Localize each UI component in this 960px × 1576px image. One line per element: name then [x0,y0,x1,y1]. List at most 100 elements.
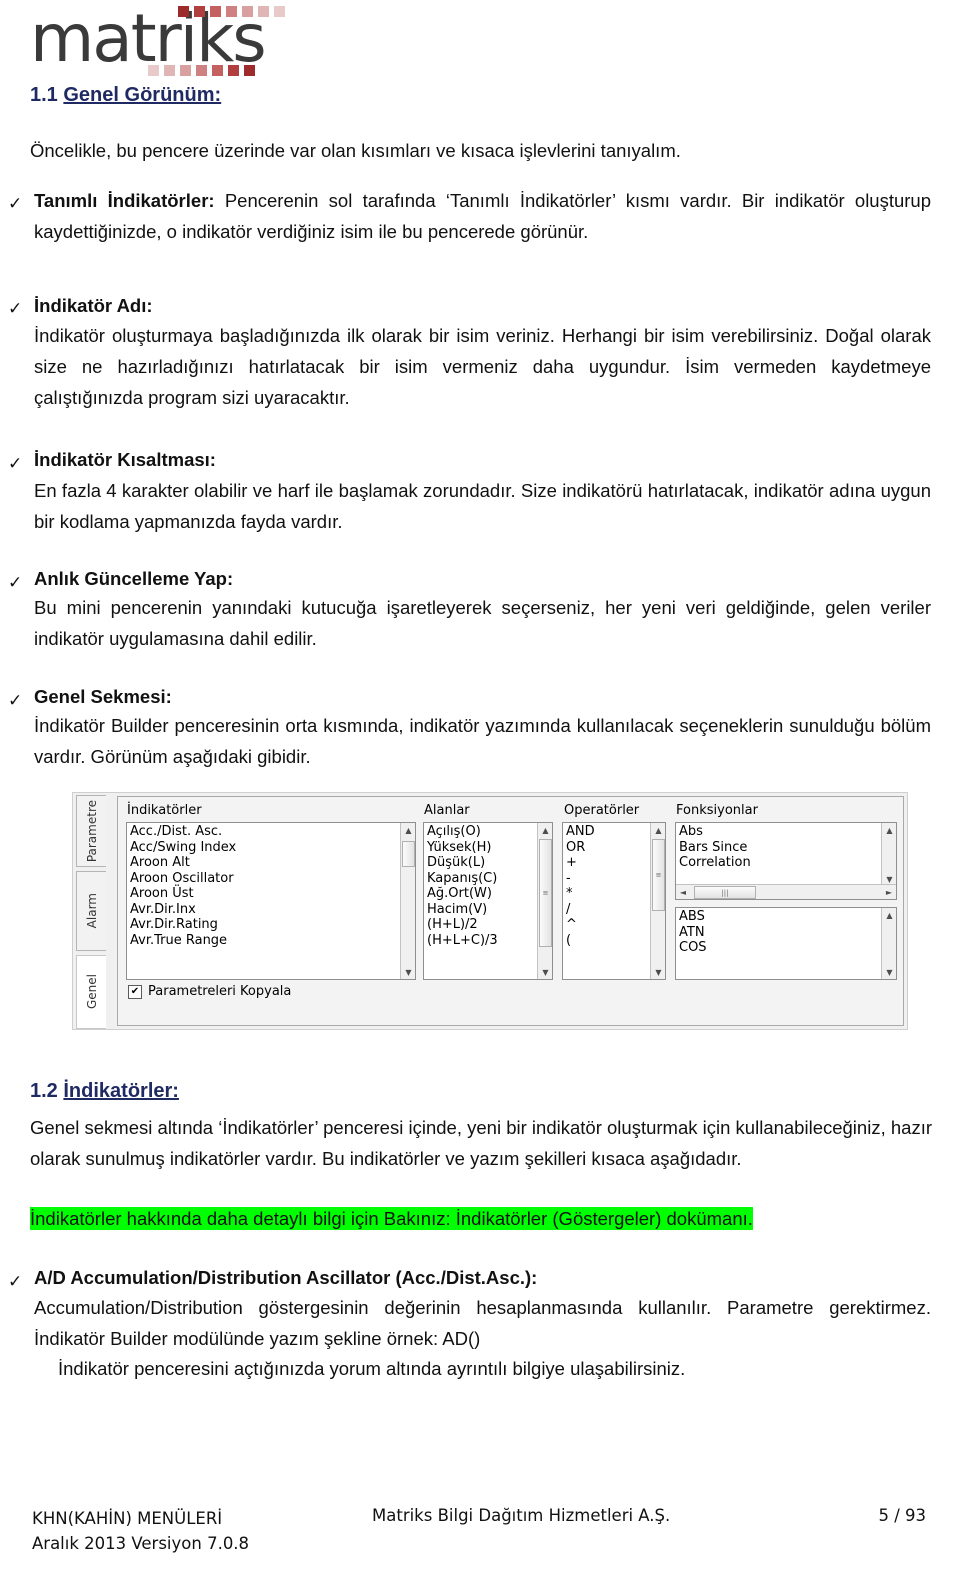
list-item[interactable]: Açılış(O) [427,824,552,840]
scroll-down-icon[interactable]: ▼ [882,965,896,979]
logo-dot [180,65,191,76]
tab-genel-label: Genel [84,974,99,1010]
logo-dot [164,65,175,76]
tab-parametre-label: Parametre [84,799,99,863]
section-1-2-body: Genel sekmesi altında ‘İndikatörler’ pen… [30,1117,932,1169]
bullet-2-body: İndikatör oluşturmaya başladığınızda ilk… [34,325,931,408]
parametreleri-kopyala-row[interactable]: ✔ Parametreleri Kopyala [128,984,291,999]
alanlar-scrollbar[interactable]: ▲ ≡ ▼ [537,823,552,979]
scrollbar-thumb[interactable] [402,841,415,867]
logo-dot [196,65,207,76]
scroll-up-icon[interactable]: ▲ [401,823,415,837]
operatorler-listbox[interactable]: AND OR + - * / ^( ▲ ≡ ▼ [562,822,666,980]
list-item[interactable]: ATN [679,925,896,941]
genel-panel: İndikatörler Alanlar Operatörler Fonksiy… [117,796,904,1026]
section-number-1-2: 1.2 [30,1080,58,1102]
section-title-1-2: İndikatörler: [63,1080,179,1102]
logo-dot [210,6,221,17]
list-item[interactable]: Acc/Swing Index [130,840,415,856]
intro-paragraph: Öncelikle, bu pencere üzerinde var olan … [30,140,681,161]
logo-dot [258,6,269,17]
logo-dot [228,65,239,76]
logo-dots-top [178,6,285,17]
list-item[interactable]: ABS [679,909,896,925]
list-item[interactable]: Avr.Dir.Inx [130,902,415,918]
logo-dot [148,65,159,76]
section-title-1-1: Genel Görünüm: [63,84,222,106]
label-fonksiyonlar: Fonksiyonlar [676,803,758,818]
tab-alarm[interactable]: Alarm [76,871,106,951]
list-item[interactable]: Düşük(L) [427,855,552,871]
bullet-5-body: İndikatör Builder penceresinin orta kısm… [34,715,931,767]
indikatorler-listbox[interactable]: Acc./Dist. Asc. Acc/Swing Index Aroon Alt A… [126,822,416,980]
bullet-1-title: Tanımlı İndikatörler: [34,190,215,211]
scroll-right-icon[interactable]: ► [882,885,896,899]
parametreleri-kopyala-label: Parametreleri Kopyala [148,984,292,999]
check-icon: ✓ [8,194,23,213]
scroll-up-icon[interactable]: ▲ [651,823,665,837]
scrollbar-thumb[interactable]: ≡ [539,839,552,947]
list-item[interactable]: Aroon Oscillator [130,871,415,887]
list-item[interactable]: Hacim(V) [427,902,552,918]
scroll-down-icon[interactable]: ▼ [401,965,415,979]
bullet-4-body: Bu mini pencerenin yanındaki kutucuğa iş… [34,597,931,649]
logo-dot [212,65,223,76]
highlighted-note-text: İndikatörler hakkında daha detaylı bilgi… [30,1207,753,1230]
label-indikatorler: İndikatörler [127,803,202,818]
check-icon: ✓ [8,454,23,473]
tab-alarm-label: Alarm [84,893,99,929]
indikatorler-scrollbar[interactable]: ▲ ▼ [400,823,415,979]
list-item[interactable]: (H+L)/2 [427,917,552,933]
list-item[interactable]: Kapanış(C) [427,871,552,887]
check-icon: ✓ [8,691,23,710]
logo-dot [242,6,253,17]
section-number-1-1: 1.1 [30,84,58,106]
scroll-down-icon[interactable]: ▼ [651,965,665,979]
list-item[interactable]: Avr.True Range [130,933,415,949]
tab-parametre[interactable]: Parametre [76,795,106,867]
list-item[interactable]: COS [679,940,896,956]
list-item[interactable]: Ağ.Ort(W) [427,886,552,902]
list-item[interactable]: (H+L+C)/3 [427,933,552,949]
check-icon: ✓ [8,1272,23,1291]
check-icon: ✓ [8,299,23,318]
bullet-3-title: İndikatör Kısaltması: [34,449,216,470]
scroll-up-icon[interactable]: ▲ [882,823,896,837]
hscrollbar-thumb[interactable]: ||| [694,886,756,899]
list-item[interactable]: Bars Since [679,840,896,856]
parametreleri-kopyala-checkbox[interactable]: ✔ [128,984,142,999]
logo-dots-bottom [148,65,255,76]
bullet-3-body: En fazla 4 karakter olabilir ve harf ile… [34,480,931,532]
scroll-down-icon[interactable]: ▼ [538,965,552,979]
footer-company: Matriks Bilgi Dağıtım Hizmetleri A.Ş. [372,1506,671,1525]
highlighted-note: İndikatörler hakkında daha detaylı bilgi… [30,1203,932,1234]
page-footer: KHN(KAHİN) MENÜLERİ Aralık 2013 Versiyon… [0,1506,960,1566]
ad-section-title: A/D Accumulation/Distribution Ascillator… [34,1267,538,1288]
bullet-4-title: Anlık Güncelleme Yap: [34,568,234,589]
scrollbar-thumb[interactable]: ≡ [652,839,665,911]
matriks-logo: matriks [30,4,360,80]
bullet-2-title: İndikatör Adı: [34,295,153,316]
list-item[interactable]: Aroon Üst [130,886,415,902]
tab-genel[interactable]: Genel [76,955,106,1029]
fonksiyonlar-secondary-listbox[interactable]: ABS ATN COS ▲ ▼ [675,907,897,980]
list-item[interactable]: Abs [679,824,896,840]
footer-left: KHN(KAHİN) MENÜLERİ Aralık 2013 Versiyon… [32,1506,249,1556]
fonksiyonlar-hscrollbar[interactable]: ◄ ||| ► [676,884,896,899]
list-item[interactable]: Acc./Dist. Asc. [130,824,415,840]
list-item[interactable]: Yüksek(H) [427,840,552,856]
list-item[interactable]: Aroon Alt [130,855,415,871]
page-title-1-1: 1.1 Genel Görünüm: [30,84,221,107]
alanlar-listbox[interactable]: Açılış(O) Yüksek(H) Düşük(L) Kapanış(C) Ağ.O… [423,822,553,980]
fonksiyonlar-scrollbar[interactable]: ▲ ▼ [881,823,896,886]
logo-dot [178,6,189,17]
page-title-1-2: 1.2 İndikatörler: [30,1080,179,1103]
operatorler-scrollbar[interactable]: ▲ ≡ ▼ [650,823,665,979]
scroll-left-icon[interactable]: ◄ [676,885,690,899]
scroll-up-icon[interactable]: ▲ [538,823,552,837]
scroll-up-icon[interactable]: ▲ [882,908,896,922]
list-item[interactable]: Correlation [679,855,896,871]
fonksiyonlar-secondary-scrollbar[interactable]: ▲ ▼ [881,908,896,979]
list-item[interactable]: Avr.Dir.Rating [130,917,415,933]
fonksiyonlar-listbox[interactable]: Abs Bars Since Correlation ▲ ▼ ◄ ||| ► [675,822,897,900]
